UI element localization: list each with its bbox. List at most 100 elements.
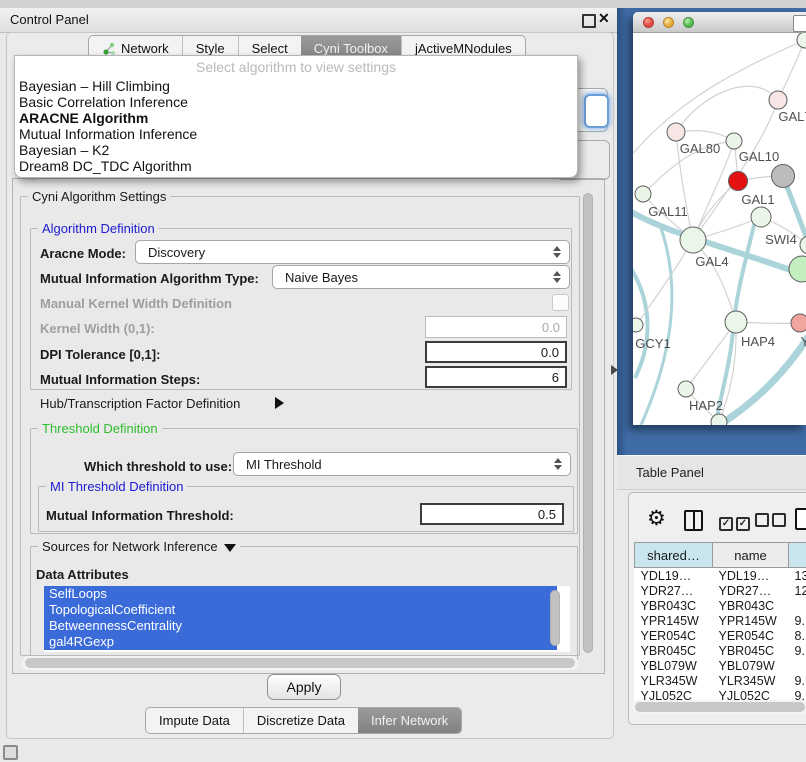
mi-steps-value: 6 xyxy=(552,370,559,385)
network-icon xyxy=(102,42,116,56)
network-node-label: GAL1 xyxy=(741,192,774,207)
table-cell: YBR045C xyxy=(635,643,713,658)
algorithm-option[interactable]: Dream8 DC_TDC Algorithm xyxy=(19,158,192,174)
network-canvas[interactable]: GAL7GAL80GAL10GAL1GAL11SWI4GAL4GCY1HAP4Y… xyxy=(633,33,806,425)
split-columns-icon[interactable] xyxy=(684,510,703,531)
tab-label: jActiveMNodules xyxy=(415,41,512,56)
table-hscroll-thumb[interactable] xyxy=(635,702,805,712)
aracne-mode-select[interactable]: Discovery xyxy=(135,240,570,264)
collapsed-panel-icon[interactable] xyxy=(3,745,18,760)
cyni-tab-label: Discretize Data xyxy=(257,713,345,728)
table-cell: 9. xyxy=(789,643,806,658)
network-window-titlebar[interactable] xyxy=(633,12,806,33)
data-attribute-item[interactable]: TopologicalCoefficient xyxy=(44,602,557,618)
network-node-gal10[interactable] xyxy=(726,133,742,149)
column-header-a[interactable]: A xyxy=(789,543,806,568)
network-node-label: GCY1 xyxy=(635,336,670,351)
network-node-gal7[interactable] xyxy=(769,91,787,109)
network-node-hap4[interactable] xyxy=(725,311,747,333)
gear-icon[interactable]: ⚙ xyxy=(647,508,666,529)
network-node-y[interactable] xyxy=(791,314,806,332)
algorithm-option[interactable]: Mutual Information Inference xyxy=(19,126,197,142)
deselect-all-checkboxes-icon[interactable] xyxy=(755,513,789,532)
network-node[interactable] xyxy=(711,414,727,425)
tab-label: Style xyxy=(196,41,225,56)
window-toolbar-button[interactable] xyxy=(793,15,806,32)
network-node-gal80[interactable] xyxy=(667,123,685,141)
network-node[interactable] xyxy=(772,165,795,188)
table-cell: YLR345W xyxy=(713,673,789,688)
table-cell xyxy=(789,598,806,613)
dpi-tolerance-field[interactable]: 0.0 xyxy=(425,341,567,363)
cyni-tab-infer-network[interactable]: Infer Network xyxy=(358,708,461,733)
select-all-checkboxes-icon[interactable]: ✓✓ xyxy=(719,513,753,531)
settings-hscroll-thumb[interactable] xyxy=(25,658,575,668)
algorithm-option[interactable]: Bayesian – K2 xyxy=(19,142,109,158)
network-node-label: GAL80 xyxy=(680,141,720,156)
data-attribute-item[interactable]: gal4RGexp xyxy=(44,634,557,650)
column-header-name[interactable]: name xyxy=(713,543,789,568)
table-panel-title: Table Panel xyxy=(636,465,704,480)
table-cell: YER054C xyxy=(635,628,713,643)
table-row[interactable]: YDR27…YDR27…12 xyxy=(635,583,806,598)
settings-vertical-scrollbar[interactable] xyxy=(583,193,593,653)
cyni-tab-impute-data[interactable]: Impute Data xyxy=(146,708,243,733)
table-cell: YBR043C xyxy=(635,598,713,613)
data-attribute-item[interactable]: SelfLoops xyxy=(44,586,557,602)
data-attributes-list[interactable]: SelfLoopsTopologicalCoefficientBetweenne… xyxy=(44,586,570,652)
mi-steps-field[interactable]: 6 xyxy=(425,366,567,388)
network-node-hap2[interactable] xyxy=(678,381,694,397)
close-traffic-light-icon[interactable] xyxy=(643,17,654,28)
expand-arrow-icon[interactable] xyxy=(275,397,284,409)
table-cell: YLR345W xyxy=(635,673,713,688)
network-node-gal1[interactable] xyxy=(751,207,771,227)
sources-title: Sources for Network Inference xyxy=(38,539,240,554)
which-threshold-select[interactable]: MI Threshold xyxy=(233,452,571,476)
mi-threshold-label: Mutual Information Threshold: xyxy=(46,508,234,523)
table-row[interactable]: YBR043CYBR043C xyxy=(635,598,806,613)
kernel-width-label: Kernel Width (0,1): xyxy=(40,321,155,336)
network-node-gal11[interactable] xyxy=(635,186,651,202)
table-row[interactable]: YBR045CYBR045C9. xyxy=(635,643,806,658)
kernel-width-field[interactable]: 0.0 xyxy=(425,316,567,338)
float-window-icon[interactable] xyxy=(582,14,596,28)
tab-label: Network xyxy=(121,41,169,56)
close-icon[interactable]: ✕ xyxy=(598,10,610,27)
document-icon[interactable] xyxy=(795,508,806,530)
table-cell: YBR043C xyxy=(713,598,789,613)
tab-label: Cyni Toolbox xyxy=(314,41,388,56)
data-attribute-item[interactable]: BetweennessCentrality xyxy=(44,618,557,634)
background-combo-spinner[interactable] xyxy=(584,94,609,128)
algorithm-option[interactable]: Basic Correlation Inference xyxy=(19,94,188,110)
mi-threshold-value: 0.5 xyxy=(538,507,556,522)
threshold-definition-title: Threshold Definition xyxy=(38,421,162,436)
table-row[interactable]: YER054CYER054C8. xyxy=(635,628,806,643)
mi-steps-label: Mutual Information Steps: xyxy=(40,372,200,387)
network-node-gcy1[interactable] xyxy=(633,318,643,332)
table-row[interactable]: YBL079WYBL079W xyxy=(635,658,806,673)
table-row[interactable]: YPR145WYPR145W9. xyxy=(635,613,806,628)
network-node[interactable] xyxy=(729,172,748,191)
zoom-traffic-light-icon[interactable] xyxy=(683,17,694,28)
network-node[interactable] xyxy=(789,256,806,282)
table-row[interactable]: YLR345WYLR345W9. xyxy=(635,673,806,688)
cyni-tab-discretize-data[interactable]: Discretize Data xyxy=(243,708,358,733)
table-cell: 9. xyxy=(789,673,806,688)
mi-algorithm-type-value: Naive Bayes xyxy=(285,270,358,285)
algorithm-option[interactable]: Bayesian – Hill Climbing xyxy=(19,78,170,94)
algorithm-option[interactable]: ARACNE Algorithm xyxy=(19,110,148,126)
table-cell xyxy=(789,658,806,673)
mi-threshold-field[interactable]: 0.5 xyxy=(420,503,564,525)
network-node-gal4[interactable] xyxy=(680,227,706,253)
mi-algorithm-type-select[interactable]: Naive Bayes xyxy=(272,265,570,289)
column-header-shared[interactable]: shared… xyxy=(635,543,713,568)
collapse-arrow-icon[interactable] xyxy=(224,544,236,552)
minimize-traffic-light-icon[interactable] xyxy=(663,17,674,28)
manual-kernel-width-checkbox[interactable] xyxy=(552,294,569,311)
table-cell: YBL079W xyxy=(635,658,713,673)
network-node[interactable] xyxy=(797,33,806,48)
attributes-list-scrollbar[interactable] xyxy=(550,590,560,646)
apply-button[interactable]: Apply xyxy=(267,674,341,700)
manual-kernel-width-label: Manual Kernel Width Definition xyxy=(40,296,232,311)
table-row[interactable]: YDL19…YDL19…13 xyxy=(635,568,806,584)
